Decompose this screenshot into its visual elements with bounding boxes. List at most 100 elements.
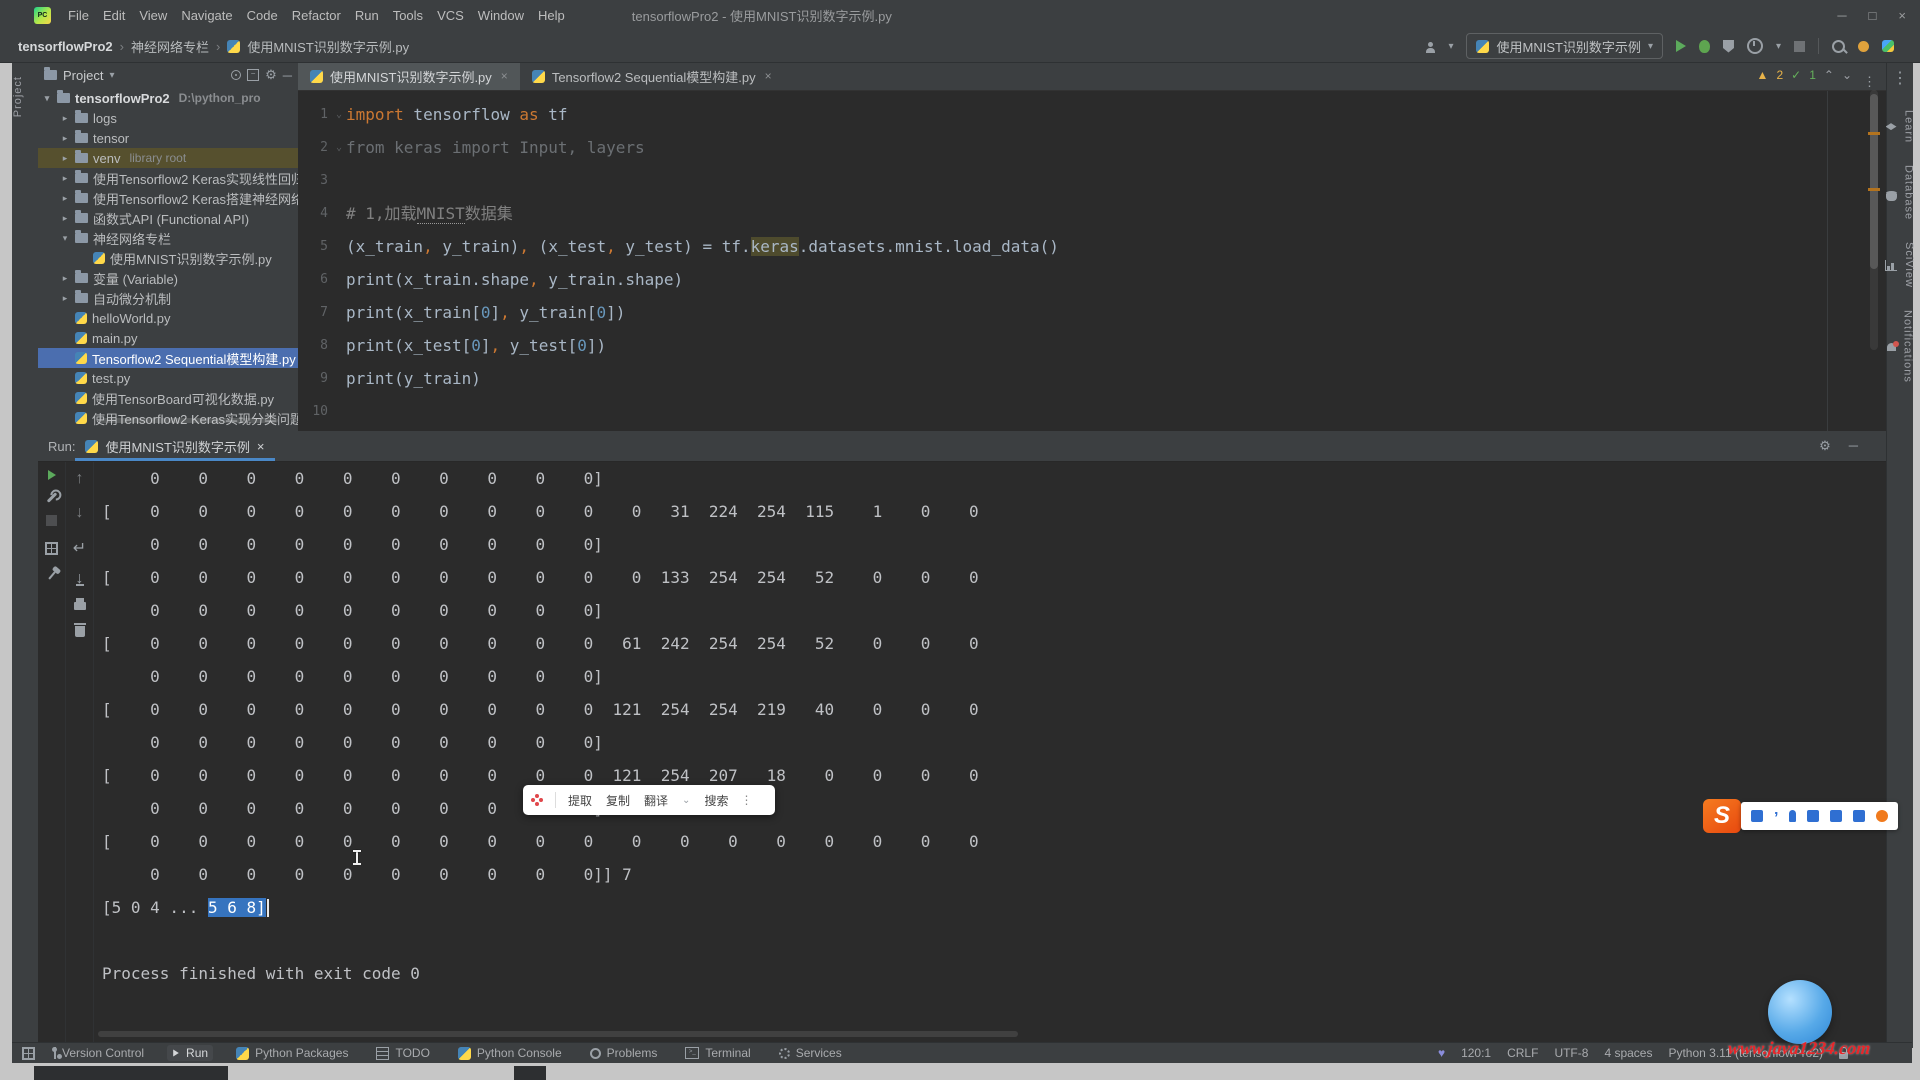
- right-strip-tab-database[interactable]: Database: [1886, 165, 1915, 220]
- panel-settings-icon[interactable]: ⚙: [265, 67, 277, 83]
- breadcrumb-item[interactable]: 神经网络专栏: [131, 37, 209, 56]
- tree-chevron-icon[interactable]: ▸: [60, 213, 70, 224]
- settings-sync-icon[interactable]: [1858, 41, 1869, 52]
- right-strip-tab-notifications[interactable]: Notifications: [1887, 310, 1914, 383]
- restore-layout-icon[interactable]: [45, 542, 58, 555]
- menu-navigate[interactable]: Navigate: [174, 5, 239, 26]
- popup-item--[interactable]: 提取: [568, 792, 592, 809]
- close-icon[interactable]: ×: [765, 69, 772, 83]
- close-icon[interactable]: ×: [257, 439, 265, 454]
- editor-tab[interactable]: 使用MNIST识别数字示例.py×: [298, 62, 520, 90]
- close-button[interactable]: ×: [1898, 8, 1906, 23]
- code-line[interactable]: 8print(x_test[0], y_test[0]): [298, 329, 1886, 362]
- warning-mark[interactable]: [1868, 188, 1880, 191]
- tool-window-button-python-console[interactable]: Python Console: [453, 1045, 567, 1061]
- tree-row[interactable]: ▸使用Tensorflow2 Keras实现线性回归: [38, 168, 298, 188]
- tool-window-button-terminal[interactable]: >_Terminal: [680, 1045, 755, 1061]
- tree-row[interactable]: ▸使用Tensorflow2 Keras搭建神经网络: [38, 188, 298, 208]
- code-line[interactable]: 1⌄import tensorflow as tf: [298, 98, 1886, 131]
- code-line[interactable]: 9print(y_train): [298, 362, 1886, 395]
- breadcrumb-item[interactable]: 使用MNIST识别数字示例.py: [247, 37, 409, 56]
- editor-tab[interactable]: Tensorflow2 Sequential模型构建.py×: [520, 62, 784, 90]
- menu-refactor[interactable]: Refactor: [285, 5, 348, 26]
- tool-window-button-problems[interactable]: Problems: [585, 1045, 663, 1061]
- console-hscrollbar[interactable]: [98, 1031, 1018, 1037]
- close-icon[interactable]: ×: [501, 69, 508, 83]
- tree-row[interactable]: ▸venvlibrary root: [38, 148, 298, 168]
- menu-help[interactable]: Help: [531, 5, 572, 26]
- stop-process-button[interactable]: [46, 515, 57, 526]
- tool-window-button-run[interactable]: Run: [167, 1045, 213, 1061]
- tree-row[interactable]: 使用TensorBoard可视化数据.py: [38, 388, 298, 408]
- tab-options-icon[interactable]: ⋮: [1853, 74, 1886, 90]
- ime-more-icon[interactable]: [1876, 810, 1888, 822]
- menu-view[interactable]: View: [132, 5, 174, 26]
- tree-chevron-icon[interactable]: ▸: [60, 153, 70, 164]
- tree-chevron-icon[interactable]: ▸: [60, 193, 70, 204]
- debug-button[interactable]: [1699, 40, 1710, 53]
- menu-code[interactable]: Code: [240, 5, 285, 26]
- scroll-to-end-icon[interactable]: ↓: [76, 574, 84, 586]
- ocr-tool-icon[interactable]: [535, 798, 539, 802]
- maximize-button[interactable]: □: [1869, 8, 1877, 23]
- warning-mark[interactable]: [1868, 132, 1880, 135]
- collapse-all-icon[interactable]: −: [247, 69, 259, 81]
- tree-chevron-icon[interactable]: ▸: [60, 133, 70, 144]
- locate-file-icon[interactable]: [231, 70, 241, 80]
- tree-chevron-icon[interactable]: ▸: [60, 273, 70, 284]
- tool-window-button-todo[interactable]: TODO: [371, 1045, 434, 1061]
- tree-row[interactable]: 使用MNIST识别数字示例.py: [38, 248, 298, 268]
- project-hscrollbar[interactable]: [98, 418, 278, 423]
- tree-chevron-icon[interactable]: ▸: [60, 293, 70, 304]
- run-console[interactable]: 0 0 0 0 0 0 0 0 0 0][ 0 0 0 0 0 0 0 0 0 …: [94, 462, 1886, 1043]
- sogou-logo-icon[interactable]: S: [1703, 799, 1741, 833]
- menu-vcs[interactable]: VCS: [430, 5, 471, 26]
- tree-chevron-icon[interactable]: ▾: [42, 93, 52, 104]
- run-config-select[interactable]: 使用MNIST识别数字示例 ▾: [1466, 33, 1662, 59]
- code-editor[interactable]: 1⌄import tensorflow as tf2⌄from keras im…: [298, 91, 1886, 428]
- popup-more-icon[interactable]: ⋮: [740, 793, 752, 807]
- run-settings-icon[interactable]: ⚙: [1819, 438, 1831, 454]
- prev-problem-icon[interactable]: ⌃: [1824, 68, 1834, 82]
- project-chevron-icon[interactable]: ▾: [109, 70, 114, 81]
- run-config-settings-icon[interactable]: [46, 492, 57, 503]
- ide-features-icon[interactable]: [1882, 40, 1894, 52]
- profiler-button[interactable]: [1747, 38, 1763, 54]
- pin-tab-icon[interactable]: [48, 571, 55, 579]
- tree-row[interactable]: main.py: [38, 328, 298, 348]
- left-strip-tab-project[interactable]: Project: [12, 76, 38, 117]
- minimize-button[interactable]: ─: [1837, 8, 1846, 23]
- code-line[interactable]: 6print(x_train.shape, y_train.shape): [298, 263, 1886, 296]
- hide-run-panel-icon[interactable]: ─: [1849, 438, 1858, 454]
- inspections-widget[interactable]: ▲ 2 ✓ 1 ⌃ ⌄: [1757, 68, 1852, 82]
- clear-console-icon[interactable]: [75, 626, 85, 637]
- skin-icon[interactable]: [1830, 810, 1842, 822]
- tree-chevron-icon[interactable]: ▸: [60, 113, 70, 124]
- file-encoding[interactable]: UTF-8: [1554, 1046, 1588, 1060]
- breadcrumb-item[interactable]: tensorflowPro2: [18, 39, 113, 54]
- popup-item--[interactable]: 复制: [606, 792, 630, 809]
- code-line[interactable]: 4# 1,加载MNIST数据集: [298, 197, 1886, 230]
- tool-window-button-services[interactable]: Services: [774, 1045, 847, 1061]
- tree-row[interactable]: ▸自动微分机制: [38, 288, 298, 308]
- run-button[interactable]: [1676, 40, 1686, 52]
- tree-row[interactable]: ▸函数式API (Functional API): [38, 208, 298, 228]
- soft-wrap-icon[interactable]: ↵: [73, 538, 86, 558]
- stop-button[interactable]: [1794, 41, 1805, 52]
- fold-marker-icon[interactable]: ⌄: [332, 98, 346, 131]
- fold-marker-icon[interactable]: ⌄: [332, 131, 346, 164]
- tree-row[interactable]: ▾神经网络专栏: [38, 228, 298, 248]
- coverage-button[interactable]: [1723, 40, 1734, 53]
- menu-window[interactable]: Window: [471, 5, 531, 26]
- code-line[interactable]: 7print(x_train[0], y_train[0]): [298, 296, 1886, 329]
- code-line[interactable]: 5(x_train, y_train), (x_test, y_test) = …: [298, 230, 1886, 263]
- indent-style[interactable]: 4 spaces: [1604, 1046, 1652, 1060]
- menu-edit[interactable]: Edit: [96, 5, 132, 26]
- tool-window-button-version-control[interactable]: Version Control: [49, 1045, 149, 1061]
- down-stacktrace-icon[interactable]: ↓: [76, 504, 84, 522]
- menu-run[interactable]: Run: [348, 5, 386, 26]
- editor-scrollbar-thumb[interactable]: [1870, 94, 1878, 269]
- screenshot-icon[interactable]: [1807, 810, 1819, 822]
- status-widget-icon[interactable]: ♥: [1438, 1046, 1445, 1060]
- mic-icon[interactable]: [1789, 810, 1796, 822]
